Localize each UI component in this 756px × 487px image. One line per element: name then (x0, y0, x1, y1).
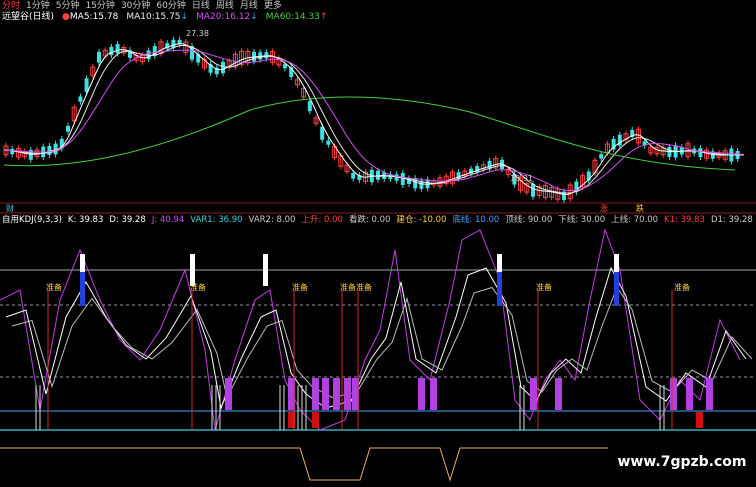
candle-down (47, 145, 52, 155)
zhunbei-label: 准备 (340, 282, 356, 292)
zhang-label: 涨 (600, 203, 608, 213)
candle-down (326, 140, 331, 145)
low-label: 10.91 (510, 174, 533, 183)
candle-down (109, 46, 114, 56)
kdj-blue-bar (80, 272, 85, 306)
kdj-purple-bar (530, 378, 537, 410)
kdj-red-bar (696, 412, 703, 428)
kdj-purple-bar (418, 378, 425, 410)
kdj-purple-bar (312, 378, 319, 410)
candle-down (531, 183, 535, 197)
candle-down (599, 154, 604, 159)
zhunbei-label: 准备 (46, 282, 62, 292)
kdj-white-bar (190, 254, 195, 286)
high-label: 27.38 (186, 29, 209, 38)
candle-down (307, 101, 312, 112)
kdj-blue-bar (614, 272, 619, 306)
kdj-red-bar (312, 412, 319, 428)
die-label: 跌 (636, 203, 644, 213)
kdj-purple-bar (225, 378, 232, 410)
zhunbei-label: 准备 (536, 282, 552, 292)
candle-down (221, 61, 225, 74)
kdj-purple-bar (706, 378, 713, 410)
candle-down (78, 96, 83, 102)
j-line (0, 228, 741, 431)
watermark: www.7gpzb.com (608, 437, 756, 487)
zhunbei-label: 准备 (292, 282, 308, 292)
step-line (0, 447, 610, 482)
kdj-purple-bar (430, 378, 437, 410)
zhunbei-label: 准备 (674, 282, 690, 292)
kdj-purple-bar (670, 378, 677, 410)
zhunbei-label: 准备 (356, 282, 372, 292)
kdj-purple-bar (686, 378, 693, 410)
kdj-purple-bar (344, 378, 351, 410)
chart-canvas: 财 涨 跌 准备 准备 准备 准备 准备 准备 准备 27.38 10.91 (0, 0, 756, 482)
cai-label: 财 (6, 203, 14, 213)
kdj-purple-bar (333, 378, 340, 410)
candle-down (97, 51, 101, 63)
candle-down (351, 172, 356, 179)
candle-down (400, 173, 405, 185)
candle-down (115, 44, 120, 54)
candle-down (698, 148, 703, 158)
candle-down (66, 125, 70, 132)
zhunbei-label: 准备 (190, 282, 206, 292)
kdj-purple-bar (555, 378, 562, 410)
kdj-white-bar (263, 254, 268, 286)
kdj-blue-bar (497, 272, 502, 306)
kdj-purple-bar (322, 378, 329, 410)
blank-area (428, 0, 756, 112)
